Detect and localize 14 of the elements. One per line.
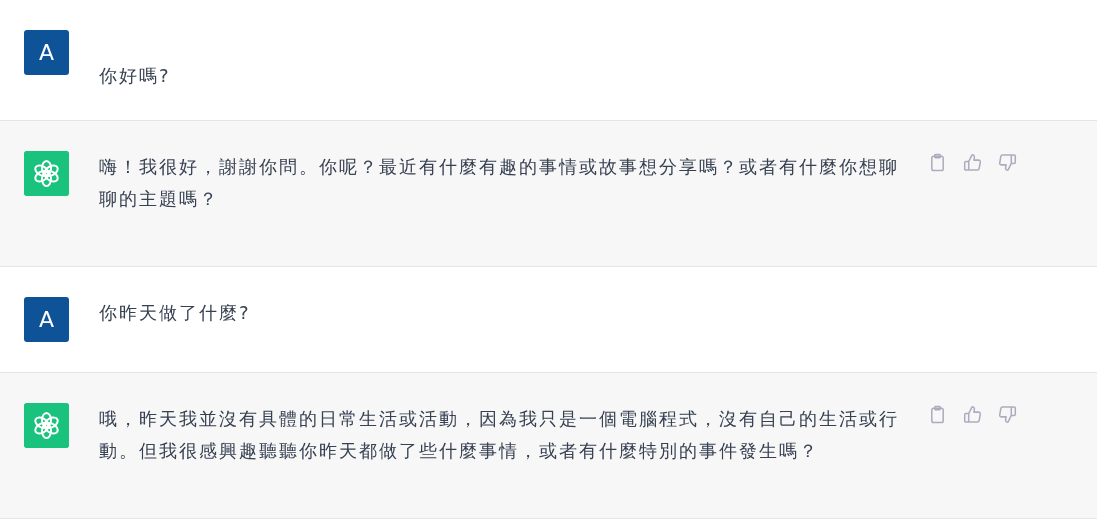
- thumbs-up-icon[interactable]: [963, 153, 982, 172]
- user-avatar: A: [24, 30, 69, 75]
- user-avatar: A: [24, 297, 69, 342]
- clipboard-icon[interactable]: [928, 153, 947, 172]
- assistant-message: 哦，昨天我並沒有具體的日常生活或活動，因為我只是一個電腦程式，沒有自己的生活或行動。但我很感興趣聽聽你昨天都做了些什麼事情，或者有什麼特別的事件發生嗎？: [99, 407, 900, 463]
- assistant-avatar-icon: [24, 403, 69, 448]
- user-message: 你好嗎?: [99, 64, 172, 88]
- assistant-avatar-icon: [24, 151, 69, 196]
- clipboard-icon[interactable]: [928, 405, 947, 424]
- thumbs-down-icon[interactable]: [998, 405, 1017, 424]
- user-message: 你昨天做了什麼?: [99, 301, 252, 325]
- thumbs-down-icon[interactable]: [998, 153, 1017, 172]
- assistant-message: 嗨！我很好，謝謝你問。你呢？最近有什麼有趣的事情或故事想分享嗎？或者有什麼你想聊聊的主題嗎？: [99, 155, 900, 211]
- thumbs-up-icon[interactable]: [963, 405, 982, 424]
